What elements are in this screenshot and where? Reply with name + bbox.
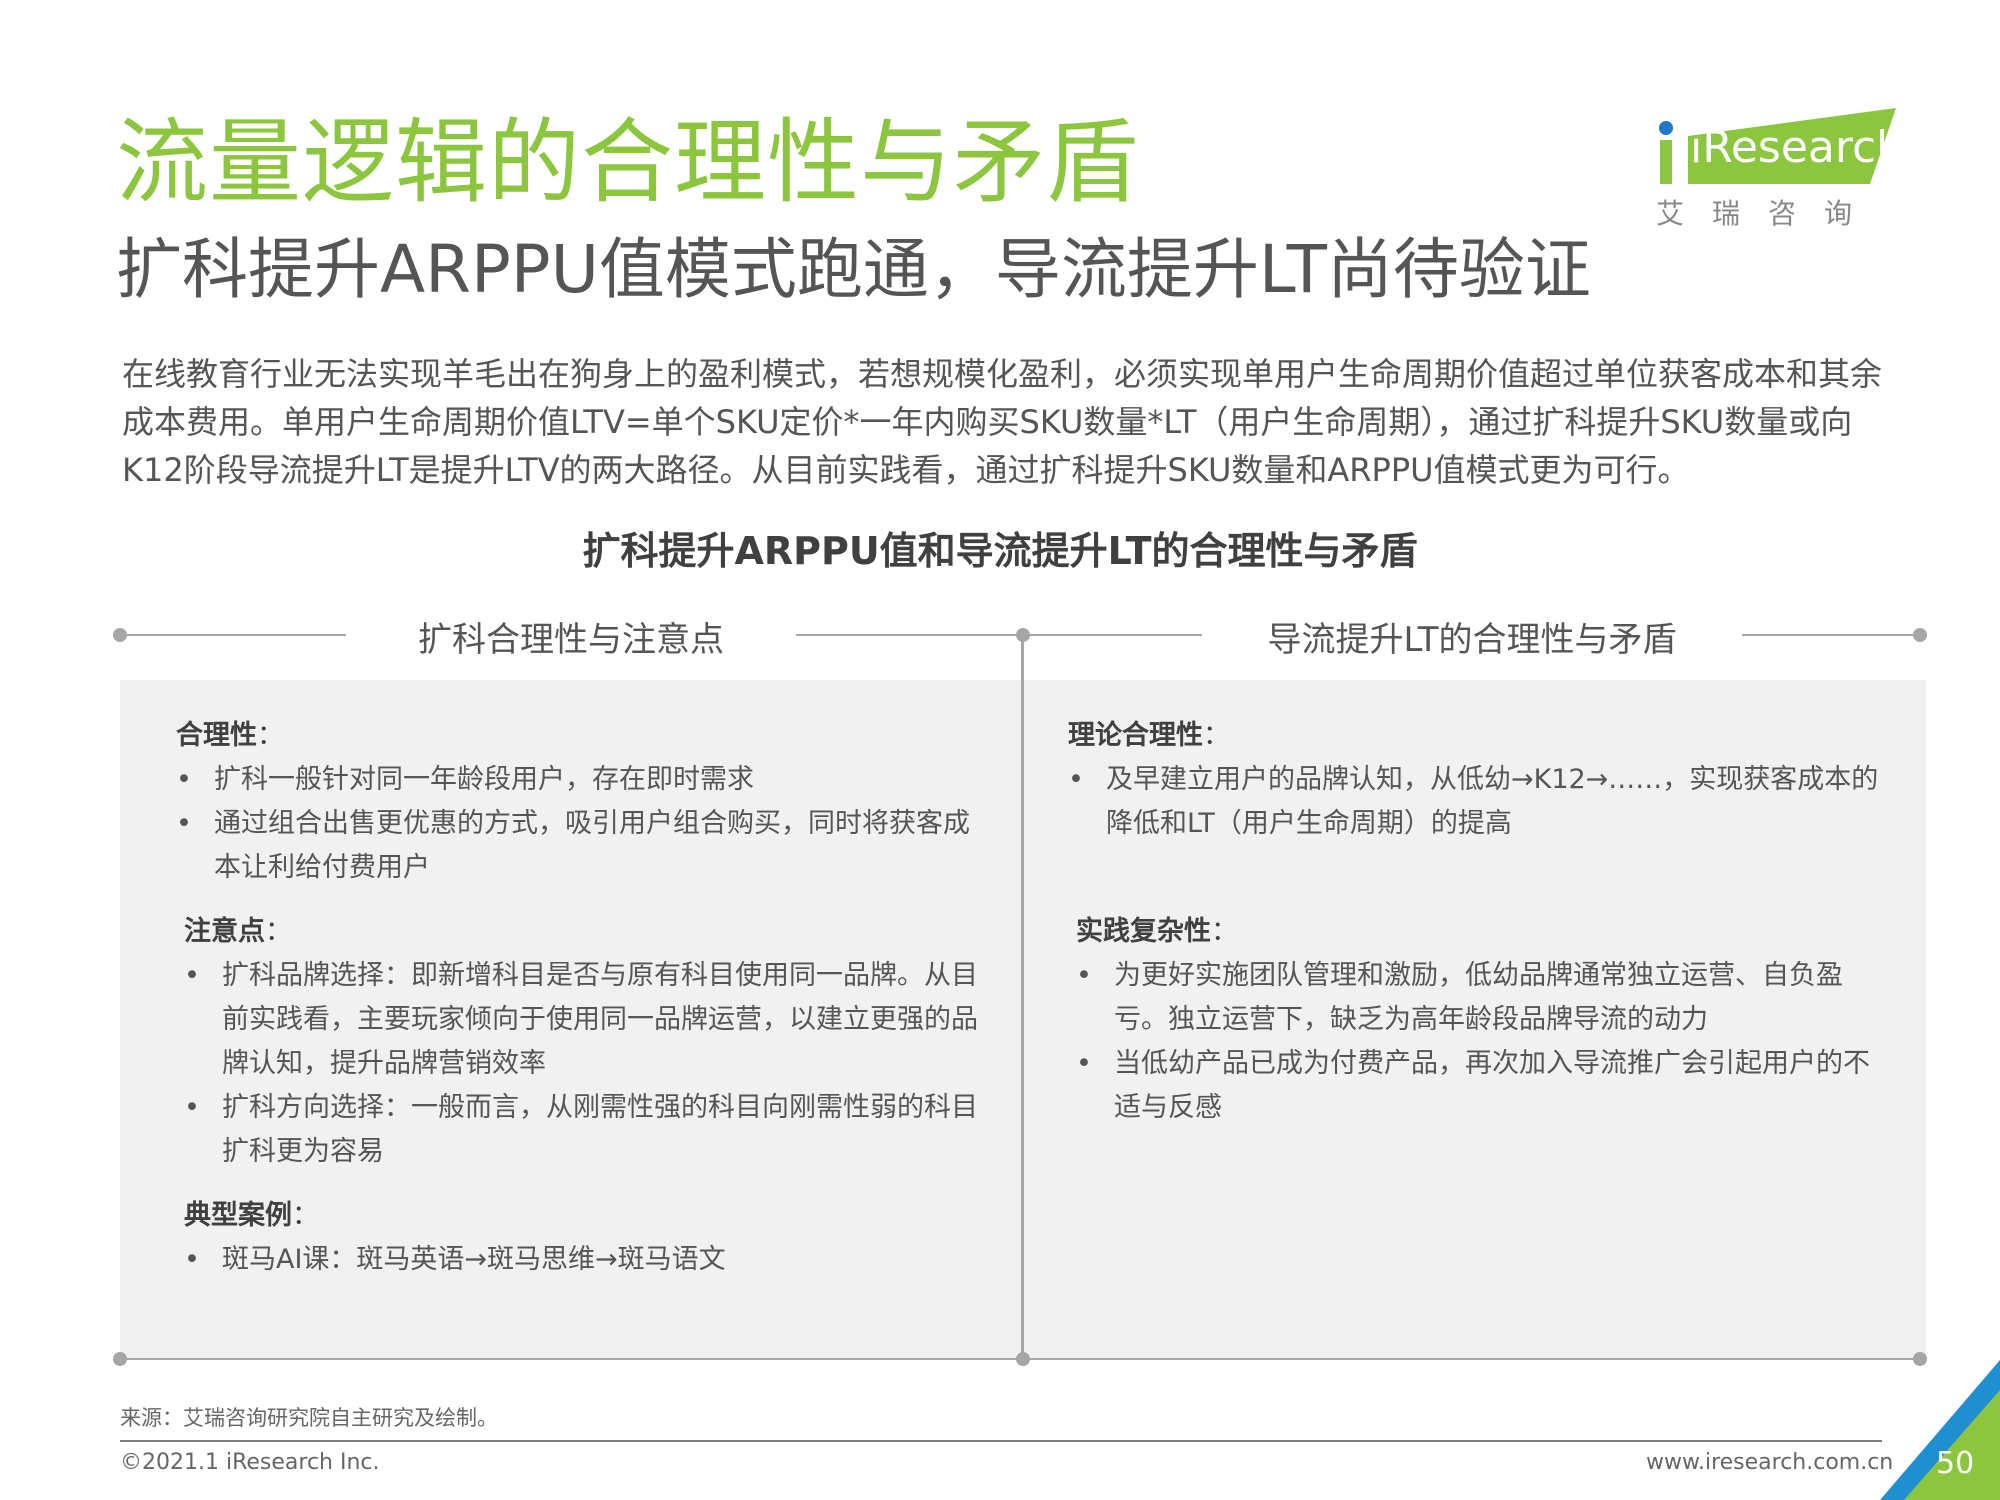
section-heading-rationality: 合理性： [176,720,284,751]
rationality-list: 扩科一般针对同一年龄段用户，存在即时需求 通过组合出售更优惠的方式，吸引用户组合… [176,758,996,890]
section-heading-cases: 典型案例： [184,1200,319,1231]
left-column-content: 合理性： 扩科一般针对同一年龄段用户，存在即时需求 通过组合出售更优惠的方式，吸… [176,714,996,1282]
notes-list: 扩科品牌选择：即新增科目是否与原有科目使用同一品牌。从目前实践看，主要玩家倾向于… [184,954,996,1174]
cases-list: 斑马AI课：斑马英语→斑马思维→斑马语文 [184,1238,996,1282]
list-item: 通过组合出售更优惠的方式，吸引用户组合购买，同时将获客成本让利给付费用户 [176,802,996,890]
dot-bottom-left [113,1352,127,1366]
theory-list: 及早建立用户的品牌认知，从低幼→K12→……，实现获客成本的降低和LT（用户生命… [1068,758,1888,846]
header-line-left-a [120,634,346,636]
page-subtitle: 扩科提升ARPPU值模式跑通，导流提升LT尚待验证 [116,231,1591,308]
page-number: 50 [1936,1446,1975,1481]
list-item: 扩科一般针对同一年龄段用户，存在即时需求 [176,758,996,802]
list-item: 斑马AI课：斑马英语→斑马思维→斑马语文 [184,1238,996,1282]
right-column-content: 理论合理性： 及早建立用户的品牌认知，从低幼→K12→……，实现获客成本的降低和… [1068,714,1888,1130]
intro-paragraph: 在线教育行业无法实现羊毛出在狗身上的盈利模式，若想规模化盈利，必须实现单用户生命… [122,355,1883,489]
dot-top-center [1016,628,1030,642]
section-heading-theory: 理论合理性： [1068,720,1230,751]
list-item: 扩科方向选择：一般而言，从刚需性强的科目向刚需性弱的科目扩科更为容易 [184,1086,996,1174]
figure-title: 扩科提升ARPPU值和导流提升LT的合理性与矛盾 [582,529,1418,573]
list-item: 及早建立用户的品牌认知，从低幼→K12→……，实现获客成本的降低和LT（用户生命… [1068,758,1888,846]
dot-top-left [113,628,127,642]
page-title: 流量逻辑的合理性与矛盾 [116,109,1140,216]
list-item: 为更好实施团队管理和激励，低幼品牌通常独立运营、自负盈亏。独立运营下，缺乏为高年… [1076,954,1888,1042]
column-divider [1021,634,1024,1360]
section-heading-notes: 注意点： [184,916,292,947]
dot-bottom-center [1016,1352,1030,1366]
copyright: ©2021.1 iResearch Inc. [120,1450,380,1475]
header-line-right [1742,634,1920,636]
dot-top-right [1913,628,1927,642]
source-note: 来源：艾瑞咨询研究院自主研究及绘制。 [120,1406,498,1430]
practice-list: 为更好实施团队管理和激励，低幼品牌通常独立运营、自负盈亏。独立运营下，缺乏为高年… [1076,954,1888,1130]
website-link[interactable]: www.iresearch.com.cn [1646,1450,1893,1475]
list-item: 当低幼产品已成为付费产品，再次加入导流推广会引起用户的不适与反感 [1076,1042,1888,1130]
header-line-mid [796,634,1202,636]
right-column-heading: 导流提升LT的合理性与矛盾 [1267,620,1677,660]
logo-chinese-text: 艾瑞咨询 [1656,197,1881,230]
left-column-heading: 扩科合理性与注意点 [418,620,724,660]
logo-text: iResearch [1690,122,1905,173]
footer-divider [120,1440,1882,1442]
list-item: 扩科品牌选择：即新增科目是否与原有科目使用同一品牌。从目前实践看，主要玩家倾向于… [184,954,996,1086]
section-heading-practice: 实践复杂性： [1076,916,1238,947]
